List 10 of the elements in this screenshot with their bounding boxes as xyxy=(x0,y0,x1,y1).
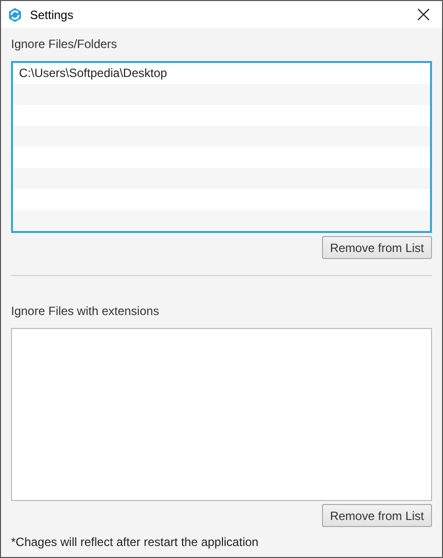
remove-button[interactable]: Remove from List xyxy=(322,236,432,259)
window-title: Settings xyxy=(30,8,74,22)
note-text: *Chages will reflect after restart the application xyxy=(11,535,260,549)
app-icon xyxy=(7,6,23,22)
close-icon[interactable] xyxy=(417,8,430,21)
remove-button[interactable]: Remove from List xyxy=(322,504,432,527)
section-label: Ignore Files with extensions xyxy=(11,304,160,319)
list-box[interactable]: C:\Users\Softpedia\Desktop xyxy=(11,61,432,233)
section-label: Ignore Files/Folders xyxy=(11,37,118,52)
list-item[interactable]: C:\Users\Softpedia\Desktop xyxy=(13,63,430,84)
